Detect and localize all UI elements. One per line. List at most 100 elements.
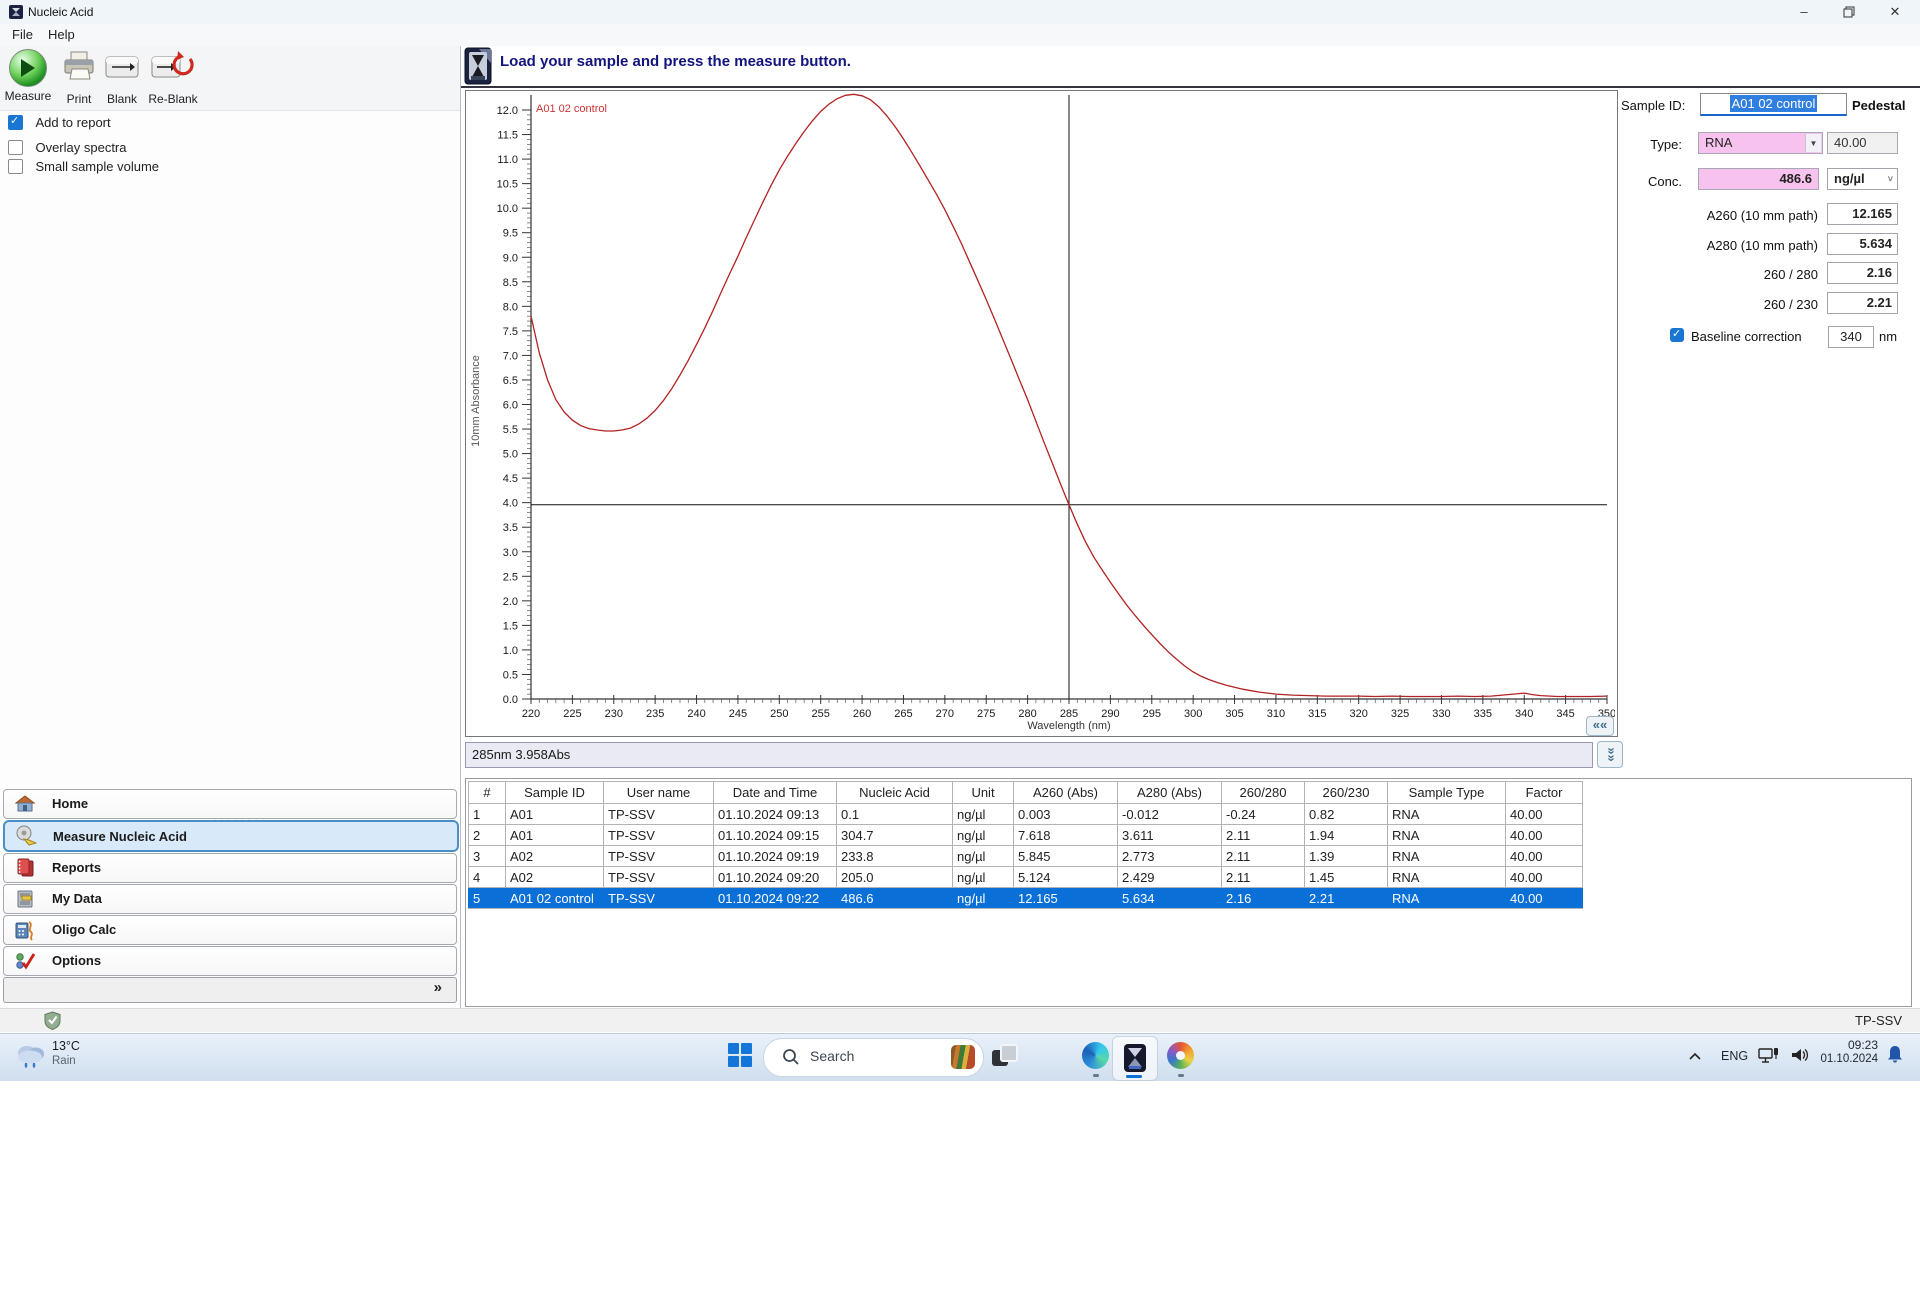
minimize-button[interactable]: – xyxy=(1781,0,1827,24)
language-indicator[interactable]: ENG xyxy=(1721,1049,1748,1063)
sample-id-selected-text: A01 02 control xyxy=(1729,95,1818,112)
checkbox-add-to-report[interactable]: Add to report xyxy=(8,114,111,132)
sidebar-item-options[interactable]: Options xyxy=(3,946,457,976)
column-header[interactable]: Sample Type xyxy=(1387,781,1506,804)
calculator-dna-icon xyxy=(15,921,33,941)
column-header[interactable]: A280 (Abs) xyxy=(1117,781,1222,804)
baseline-wavelength-input[interactable]: 340 xyxy=(1828,326,1874,348)
cursor-readout: 285nm 3.958Abs xyxy=(472,747,571,762)
start-button[interactable] xyxy=(728,1043,754,1069)
rain-cloud-icon xyxy=(18,1046,44,1068)
paint-app-icon[interactable] xyxy=(1167,1042,1194,1069)
table-cell: 7.618 xyxy=(1013,824,1118,846)
svg-text:8.5: 8.5 xyxy=(503,277,518,289)
table-row[interactable]: 5 A01 02 control TP-SSV 01.10.2024 09:22 486… xyxy=(468,887,1583,909)
type-dropdown[interactable]: RNA ▼ xyxy=(1698,132,1823,154)
column-header[interactable]: A260 (Abs) xyxy=(1013,781,1118,804)
svg-text:2.0: 2.0 xyxy=(503,596,518,608)
sample-id-input[interactable]: A01 02 control xyxy=(1700,93,1847,116)
column-header[interactable]: 260/280 xyxy=(1221,781,1305,804)
svg-text:250: 250 xyxy=(770,708,788,720)
conc-field[interactable]: 486.6 xyxy=(1698,168,1819,190)
table-row[interactable]: 2 A01 TP-SSV 01.10.2024 09:15 304.7 ng/µl 7.61… xyxy=(468,824,1583,846)
column-header[interactable]: Nucleic Acid xyxy=(836,781,953,804)
blank-icon xyxy=(105,56,139,78)
table-cell: 40.00 xyxy=(1505,803,1583,825)
svg-text:8.0: 8.0 xyxy=(503,301,518,313)
svg-text:6.0: 6.0 xyxy=(503,400,518,412)
search-highlight-image xyxy=(951,1045,975,1069)
spectrum-plot[interactable]: 220 225 230 235 240 245 250 255 260 265 270 275 280 2… xyxy=(466,91,1616,734)
svg-text:9.0: 9.0 xyxy=(503,252,518,264)
collapse-chart-button[interactable]: «« xyxy=(1586,716,1614,736)
weather-temperature: 13°C xyxy=(52,1039,80,1053)
baseline-correction-checkbox[interactable] xyxy=(1670,327,1684,342)
column-header[interactable]: User name xyxy=(603,781,714,804)
collapse-table-button[interactable]: «« xyxy=(1597,741,1623,768)
type-factor-field[interactable]: 40.00 xyxy=(1827,132,1898,154)
double-chevron-down-icon: «« xyxy=(1602,747,1618,762)
table-cell: 0.1 xyxy=(836,803,953,825)
taskbar-clock[interactable]: 09:23 01.10.2024 xyxy=(1798,1038,1878,1066)
table-cell: 40.00 xyxy=(1505,845,1583,867)
svg-text:7.0: 7.0 xyxy=(503,350,518,362)
table-cell: ng/µl xyxy=(952,824,1014,846)
column-header[interactable]: Date and Time xyxy=(713,781,837,804)
table-cell: 01.10.2024 09:20 xyxy=(713,866,837,888)
column-header[interactable]: Sample ID xyxy=(505,781,604,804)
checkbox-overlay-spectra[interactable]: Overlay spectra xyxy=(8,139,127,157)
spectrum-chart[interactable]: 220 225 230 235 240 245 250 255 260 265 270 275 280 2… xyxy=(465,90,1618,737)
sidebar-item-my-data[interactable]: My Data xyxy=(3,884,457,914)
table-cell: RNA xyxy=(1387,866,1506,888)
table-cell: A01 02 control xyxy=(505,887,604,909)
svg-text:12.0: 12.0 xyxy=(497,105,518,117)
svg-text:1.5: 1.5 xyxy=(503,620,518,632)
svg-text:7.5: 7.5 xyxy=(503,326,518,338)
sidebar-expander[interactable]: » xyxy=(3,977,457,1003)
column-header[interactable]: 260/230 xyxy=(1304,781,1388,804)
table-cell: 2.21 xyxy=(1304,887,1388,909)
table-cell: 2 xyxy=(468,824,506,846)
column-header[interactable]: # xyxy=(468,781,506,804)
reports-icon xyxy=(17,858,34,877)
close-button[interactable]: ✕ xyxy=(1872,0,1918,24)
a280-label: A280 (10 mm path) xyxy=(1706,238,1818,253)
network-icon[interactable] xyxy=(1758,1047,1780,1065)
checkbox-small-sample-volume[interactable]: Small sample volume xyxy=(8,158,159,176)
conc-unit-dropdown[interactable]: ng/µl ˅ xyxy=(1827,168,1898,190)
sidebar-item-oligo-calc[interactable]: Oligo Calc xyxy=(3,915,457,945)
table-cell: 4 xyxy=(468,866,506,888)
edge-browser-icon[interactable] xyxy=(1082,1042,1109,1069)
sidebar-item-home[interactable]: Home xyxy=(3,789,457,819)
measure-button[interactable]: Measure xyxy=(4,49,52,103)
menu-file[interactable]: File xyxy=(12,27,33,42)
table-row[interactable]: 3 A02 TP-SSV 01.10.2024 09:19 233.8 ng/µl 5.84… xyxy=(468,845,1583,867)
table-cell: A02 xyxy=(505,845,604,867)
checkbox-unchecked-icon xyxy=(8,159,23,175)
table-cell: 2.11 xyxy=(1221,866,1305,888)
measure-tape-icon xyxy=(16,825,37,846)
svg-text:320: 320 xyxy=(1350,708,1368,720)
column-header[interactable]: Factor xyxy=(1505,781,1583,804)
table-row[interactable]: 1 A01 TP-SSV 01.10.2024 09:13 0.1 ng/µl 0.003-… xyxy=(468,803,1583,825)
sidebar-item-reports[interactable]: Reports xyxy=(3,853,457,883)
active-app-indicator xyxy=(1126,1075,1142,1078)
tray-chevron-up-icon[interactable] xyxy=(1688,1051,1702,1061)
reblank-button[interactable]: Re-Blank xyxy=(146,49,200,106)
title-bar: Nucleic Acid – ✕ xyxy=(0,0,1920,25)
print-button[interactable]: Print xyxy=(58,49,100,106)
notification-bell-icon[interactable] xyxy=(1886,1044,1904,1066)
search-box[interactable]: Search xyxy=(763,1038,984,1077)
sidebar-item-measure-nucleic-acid[interactable]: Measure Nucleic Acid xyxy=(3,820,459,852)
svg-text:305: 305 xyxy=(1225,708,1243,720)
svg-text:6.5: 6.5 xyxy=(503,375,518,387)
a260-value: 12.165 xyxy=(1827,203,1898,225)
weather-widget[interactable]: 13°C Rain xyxy=(10,1037,150,1079)
table-row[interactable]: 4 A02 TP-SSV 01.10.2024 09:20 205.0 ng/µl 5.12… xyxy=(468,866,1583,888)
restore-button[interactable] xyxy=(1826,0,1872,24)
menu-help[interactable]: Help xyxy=(48,27,75,42)
blank-button[interactable]: Blank xyxy=(102,49,142,106)
task-view-button[interactable] xyxy=(992,1044,1018,1068)
a280-value: 5.634 xyxy=(1827,233,1898,255)
column-header[interactable]: Unit xyxy=(952,781,1014,804)
